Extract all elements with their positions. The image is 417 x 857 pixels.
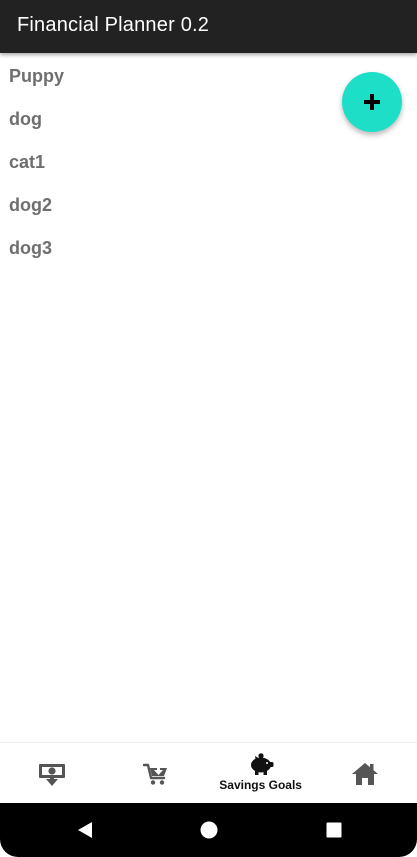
goal-item-dog3[interactable]: dog3 (0, 227, 417, 270)
app-bar: Financial Planner 0.2 (0, 0, 417, 53)
nav-item-income[interactable] (0, 743, 104, 804)
nav-label-savings-goals: Savings Goals (219, 778, 302, 792)
bottom-navigation: Savings Goals (0, 742, 417, 804)
back-icon (78, 822, 92, 838)
add-goal-button[interactable] (342, 72, 402, 132)
home-icon (351, 762, 378, 785)
nav-item-home[interactable] (313, 743, 417, 804)
recents-icon (326, 822, 342, 838)
nav-item-expenses[interactable] (104, 743, 208, 804)
app-title: Financial Planner 0.2 (17, 14, 210, 36)
piggy-bank-icon (250, 753, 274, 775)
system-home-button[interactable] (179, 803, 239, 857)
goal-item-dog2[interactable]: dog2 (0, 184, 417, 227)
nav-item-savings-goals[interactable]: Savings Goals (209, 743, 313, 804)
goal-item-cat1[interactable]: cat1 (0, 141, 417, 184)
system-recents-button[interactable] (304, 803, 364, 857)
money-download-icon (39, 763, 66, 786)
system-back-button[interactable] (55, 803, 115, 857)
shopping-cart-icon (143, 763, 168, 785)
home-circle-icon (200, 821, 218, 839)
system-navigation-bar (0, 803, 417, 857)
plus-icon (364, 94, 380, 110)
